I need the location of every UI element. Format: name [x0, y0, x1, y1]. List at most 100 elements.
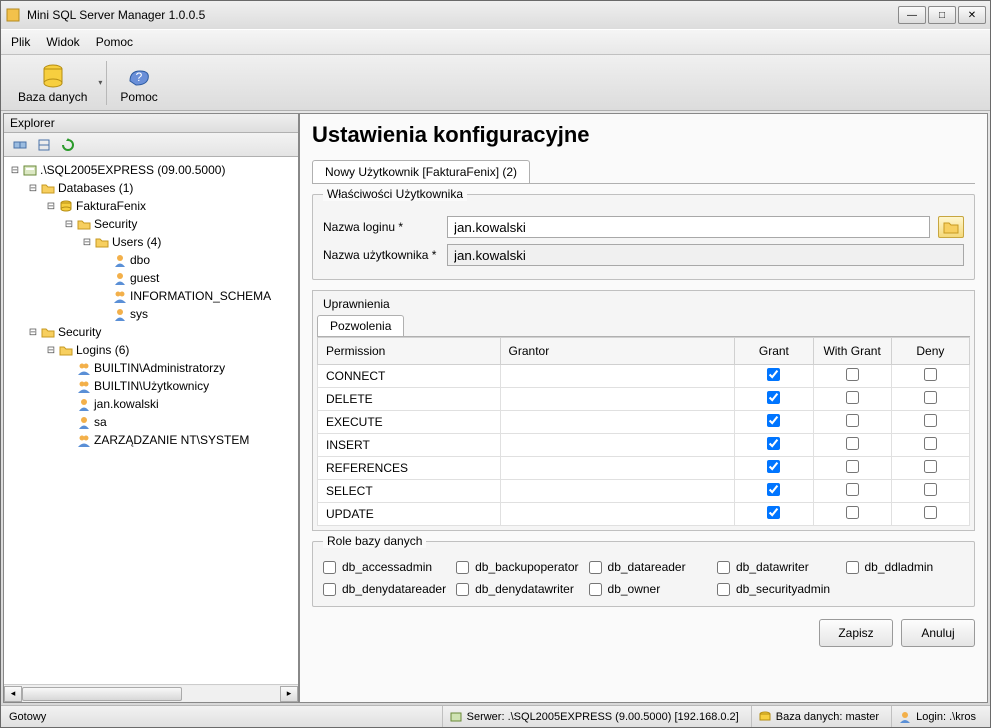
- grant-checkbox[interactable]: [767, 437, 780, 450]
- tab-new-user[interactable]: Nowy Użytkownik [FakturaFenix] (2): [312, 160, 530, 183]
- role-checkbox[interactable]: [717, 561, 730, 574]
- username-input[interactable]: [447, 244, 964, 266]
- role-item[interactable]: db_securityadmin: [717, 582, 836, 596]
- browse-login-button[interactable]: [938, 216, 964, 238]
- role-item[interactable]: db_datawriter: [717, 560, 836, 574]
- tree-node[interactable]: INFORMATION_SCHEMA: [4, 287, 298, 305]
- tree-expander[interactable]: ⊟: [26, 183, 40, 194]
- tree-node[interactable]: ZARZĄDZANIE NT\SYSTEM: [4, 431, 298, 449]
- role-checkbox[interactable]: [323, 583, 336, 596]
- tree-node[interactable]: ⊟Databases (1): [4, 179, 298, 197]
- role-checkbox[interactable]: [589, 583, 602, 596]
- tree-expander[interactable]: ⊟: [44, 201, 58, 212]
- tree-node[interactable]: jan.kowalski: [4, 395, 298, 413]
- grant-checkbox[interactable]: [767, 391, 780, 404]
- col-withgrant[interactable]: With Grant: [813, 338, 891, 365]
- folder-icon: [943, 220, 959, 234]
- tree-node[interactable]: ⊟Logins (6): [4, 341, 298, 359]
- col-grant[interactable]: Grant: [735, 338, 813, 365]
- role-checkbox[interactable]: [456, 583, 469, 596]
- toolbar-help-button[interactable]: ? Pomoc: [111, 59, 166, 107]
- menu-view[interactable]: Widok: [46, 35, 79, 49]
- cancel-button[interactable]: Anuluj: [901, 619, 975, 647]
- scroll-track[interactable]: [22, 686, 280, 702]
- role-item[interactable]: db_denydatawriter: [456, 582, 578, 596]
- tree-node[interactable]: ⊟FakturaFenix: [4, 197, 298, 215]
- tree-expander[interactable]: ⊟: [80, 237, 94, 248]
- tree-expander[interactable]: ⊟: [44, 345, 58, 356]
- tree-label: guest: [130, 271, 159, 285]
- database-icon: [758, 710, 772, 724]
- close-button[interactable]: ✕: [958, 6, 986, 24]
- tab-permissions[interactable]: Pozwolenia: [317, 315, 404, 336]
- tree-node[interactable]: dbo: [4, 251, 298, 269]
- minimize-button[interactable]: —: [898, 6, 926, 24]
- deny-checkbox[interactable]: [924, 483, 937, 496]
- tree-node[interactable]: ⊟Users (4): [4, 233, 298, 251]
- maximize-button[interactable]: □: [928, 6, 956, 24]
- page-title: Ustawienia konfiguracyjne: [312, 122, 975, 148]
- save-button[interactable]: Zapisz: [819, 619, 893, 647]
- col-permission[interactable]: Permission: [318, 338, 501, 365]
- grant-checkbox[interactable]: [767, 483, 780, 496]
- role-item[interactable]: db_backupoperator: [456, 560, 578, 574]
- refresh-icon[interactable]: [60, 137, 76, 153]
- tree-node[interactable]: ⊟Security: [4, 323, 298, 341]
- deny-checkbox[interactable]: [924, 414, 937, 427]
- tree-node[interactable]: sys: [4, 305, 298, 323]
- toolbar-database-dropdown[interactable]: ▾: [98, 78, 102, 87]
- scroll-left-button[interactable]: ◂: [4, 686, 22, 702]
- withgrant-checkbox[interactable]: [846, 368, 859, 381]
- scroll-right-button[interactable]: ▸: [280, 686, 298, 702]
- role-item[interactable]: db_owner: [589, 582, 707, 596]
- withgrant-checkbox[interactable]: [846, 483, 859, 496]
- withgrant-checkbox[interactable]: [846, 414, 859, 427]
- role-item[interactable]: db_accessadmin: [323, 560, 446, 574]
- withgrant-checkbox[interactable]: [846, 391, 859, 404]
- grant-checkbox[interactable]: [767, 414, 780, 427]
- withgrant-checkbox[interactable]: [846, 437, 859, 450]
- grant-checkbox[interactable]: [767, 506, 780, 519]
- explorer-tool-1[interactable]: [12, 137, 28, 153]
- deny-checkbox[interactable]: [924, 460, 937, 473]
- grant-checkbox[interactable]: [767, 460, 780, 473]
- tree-expander[interactable]: ⊟: [8, 165, 22, 176]
- withgrant-checkbox[interactable]: [846, 506, 859, 519]
- deny-checkbox[interactable]: [924, 437, 937, 450]
- tree-expander[interactable]: ⊟: [62, 219, 76, 230]
- scroll-thumb[interactable]: [22, 687, 182, 701]
- grant-checkbox[interactable]: [767, 368, 780, 381]
- col-grantor[interactable]: Grantor: [500, 338, 735, 365]
- deny-checkbox[interactable]: [924, 391, 937, 404]
- col-deny[interactable]: Deny: [891, 338, 969, 365]
- tree-node[interactable]: sa: [4, 413, 298, 431]
- explorer-tool-2[interactable]: [36, 137, 52, 153]
- tree-node[interactable]: ⊟Security: [4, 215, 298, 233]
- role-checkbox[interactable]: [589, 561, 602, 574]
- menu-file[interactable]: Plik: [11, 35, 30, 49]
- withgrant-checkbox[interactable]: [846, 460, 859, 473]
- tree-node[interactable]: BUILTIN\Użytkownicy: [4, 377, 298, 395]
- role-item[interactable]: db_datareader: [589, 560, 707, 574]
- deny-checkbox[interactable]: [924, 506, 937, 519]
- tree-node[interactable]: ⊟.\SQL2005EXPRESS (09.00.5000): [4, 161, 298, 179]
- user-icon: [112, 270, 128, 286]
- explorer-tree[interactable]: ⊟.\SQL2005EXPRESS (09.00.5000)⊟Databases…: [4, 157, 298, 684]
- role-item[interactable]: db_ddladmin: [846, 560, 964, 574]
- role-checkbox[interactable]: [456, 561, 469, 574]
- role-checkbox[interactable]: [323, 561, 336, 574]
- tree-expander[interactable]: ⊟: [26, 327, 40, 338]
- login-input[interactable]: [447, 216, 930, 238]
- explorer-hscrollbar[interactable]: ◂ ▸: [4, 684, 298, 702]
- tree-node[interactable]: BUILTIN\Administratorzy: [4, 359, 298, 377]
- perm-grantor: [500, 480, 735, 503]
- tree-node[interactable]: guest: [4, 269, 298, 287]
- users-icon: [76, 432, 92, 448]
- toolbar-database-button[interactable]: Baza danych: [9, 59, 96, 107]
- role-label: db_securityadmin: [736, 582, 830, 596]
- menu-help[interactable]: Pomoc: [96, 35, 133, 49]
- role-checkbox[interactable]: [846, 561, 859, 574]
- role-item[interactable]: db_denydatareader: [323, 582, 446, 596]
- role-checkbox[interactable]: [717, 583, 730, 596]
- deny-checkbox[interactable]: [924, 368, 937, 381]
